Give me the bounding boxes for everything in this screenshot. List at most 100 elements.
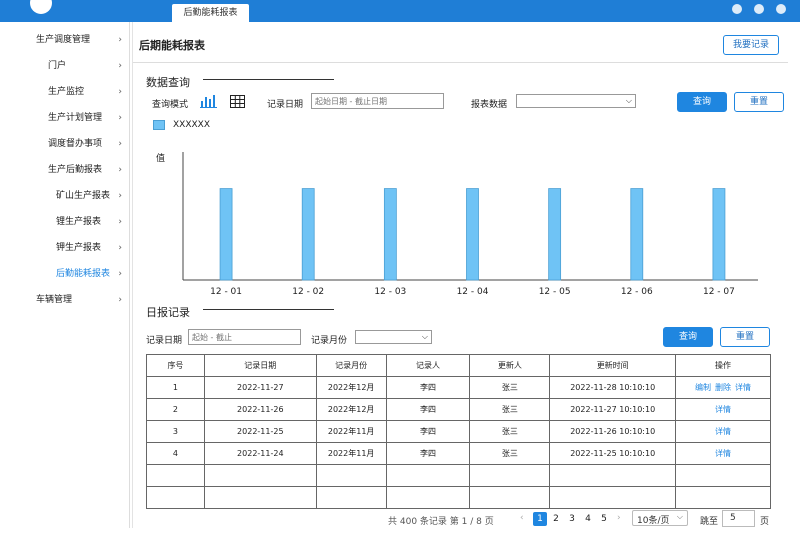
chevron-right-icon: › bbox=[118, 61, 122, 71]
sidebar-item[interactable]: 生产后勤报表 › bbox=[12, 157, 130, 183]
jump-input[interactable]: 5 bbox=[722, 510, 755, 527]
daily-search-button[interactable]: 查询 bbox=[663, 327, 713, 347]
cell-record-date: 2022-11-27 bbox=[203, 376, 317, 399]
page-number[interactable]: 4 bbox=[581, 512, 595, 526]
x-tick-label: 12 - 07 bbox=[703, 287, 735, 297]
chevron-right-icon: › bbox=[118, 269, 122, 279]
query-section-title: 数据查询 bbox=[146, 76, 190, 89]
cell-actions bbox=[675, 464, 771, 487]
pagination-summary: 共 400 条记录 第 1 / 8 页 bbox=[388, 517, 494, 527]
legend-label: XXXXXX bbox=[173, 120, 210, 130]
records-table: 序号 记录日期 记录月份 记录人 更新人 更新时间 操作 1 2022-11-27 2022年12… bbox=[146, 354, 771, 509]
window-control-icon[interactable] bbox=[732, 4, 742, 14]
header-divider bbox=[133, 62, 788, 63]
cell-recorder bbox=[385, 464, 471, 487]
sidebar-item[interactable]: 钾生产报表 › bbox=[12, 235, 130, 261]
cell-recorder: 李四 bbox=[385, 376, 471, 399]
sidebar-item[interactable]: 门户 › bbox=[12, 53, 130, 79]
page-size-value: 10条/页 bbox=[637, 516, 670, 526]
cell-index: 4 bbox=[146, 442, 205, 465]
chevron-down-icon: ⌵ bbox=[421, 332, 428, 341]
cell-index: 3 bbox=[146, 420, 205, 443]
chevron-right-icon: › bbox=[118, 87, 122, 97]
chevron-right-icon: › bbox=[118, 217, 122, 227]
cell-update-time bbox=[549, 464, 677, 487]
row-action-link[interactable]: 删除 bbox=[715, 383, 731, 392]
cell-updater bbox=[469, 464, 551, 487]
cell-index: 2 bbox=[146, 398, 205, 421]
row-action-link[interactable]: 详情 bbox=[715, 449, 731, 458]
cell-updater: 张三 bbox=[469, 376, 551, 399]
page-number[interactable]: 3 bbox=[565, 512, 579, 526]
chevron-right-icon: › bbox=[118, 139, 122, 149]
table-header-row: 序号 记录日期 记录月份 记录人 更新人 更新时间 操作 bbox=[146, 354, 771, 377]
record-month-select[interactable]: ⌵ bbox=[355, 330, 432, 344]
window-control-icon[interactable] bbox=[754, 4, 764, 14]
query-search-button[interactable]: 查询 bbox=[677, 92, 727, 112]
cell-record-month: 2022年11月 bbox=[315, 420, 387, 443]
x-tick-label: 12 - 03 bbox=[374, 287, 406, 297]
chevron-right-icon: › bbox=[118, 35, 122, 45]
main-content: 后期能耗报表 我要记录 数据查询 查询模式 记录日期 报表数据 ⌵ 查询 重置 bbox=[133, 22, 788, 528]
chevron-down-icon: ⌵ bbox=[625, 96, 632, 105]
sidebar-item[interactable]: 矿山生产报表 › bbox=[12, 183, 130, 209]
sidebar-item[interactable]: 生产监控 › bbox=[12, 79, 130, 105]
column-header: 更新人 bbox=[469, 354, 551, 377]
page-number[interactable]: 5 bbox=[597, 512, 611, 526]
page-size-select[interactable]: 10条/页 ⌵ bbox=[632, 510, 688, 526]
sidebar-item-label: 生产计划管理 bbox=[48, 113, 103, 123]
report-data-select[interactable]: ⌵ bbox=[516, 94, 636, 108]
date-range-input[interactable] bbox=[311, 93, 444, 109]
query-mode-label: 查询模式 bbox=[152, 100, 189, 110]
chevron-right-icon: › bbox=[118, 243, 122, 253]
page-number[interactable]: 2 bbox=[549, 512, 563, 526]
sidebar-item[interactable]: 生产计划管理 › bbox=[12, 105, 130, 131]
cell-recorder: 李四 bbox=[385, 398, 471, 421]
cell-record-month bbox=[315, 464, 387, 487]
prev-page-icon[interactable]: ‹ bbox=[520, 513, 524, 523]
cell-record-month: 2022年11月 bbox=[315, 442, 387, 465]
daily-reset-button[interactable]: 重置 bbox=[720, 327, 770, 347]
cell-record-month: 2022年12月 bbox=[315, 398, 387, 421]
sidebar-item[interactable]: 锂生产报表 › bbox=[12, 209, 130, 235]
tab-active[interactable]: 后勤能耗报表 bbox=[172, 4, 249, 22]
row-action-link[interactable]: 详情 bbox=[715, 405, 731, 414]
next-page-icon[interactable]: › bbox=[617, 513, 621, 523]
y-axis-label: 值 bbox=[156, 152, 165, 164]
cell-record-month bbox=[315, 486, 387, 509]
report-data-label: 报表数据 bbox=[471, 100, 508, 110]
chevron-down-icon: ⌵ bbox=[676, 512, 683, 521]
cell-record-date: 2022-11-26 bbox=[203, 398, 317, 421]
cell-update-time: 2022-11-28 10:10:10 bbox=[549, 376, 677, 399]
sidebar-item-label: 调度督办事项 bbox=[48, 139, 103, 149]
sidebar-item[interactable]: 生产调度管理 › bbox=[12, 27, 130, 53]
cell-update-time: 2022-11-26 10:10:10 bbox=[549, 420, 677, 443]
bar-chart-icon[interactable] bbox=[200, 94, 218, 108]
daily-section-title: 日报记录 bbox=[146, 306, 190, 319]
record-date-label: 记录日期 bbox=[267, 100, 304, 110]
cell-update-time: 2022-11-25 10:10:10 bbox=[549, 442, 677, 465]
page-title: 后期能耗报表 bbox=[139, 39, 205, 52]
page-number[interactable]: 1 bbox=[533, 512, 547, 526]
row-action-link[interactable]: 详情 bbox=[715, 427, 731, 436]
query-reset-button[interactable]: 重置 bbox=[734, 92, 784, 112]
sidebar-item[interactable]: 后勤能耗报表 › bbox=[12, 261, 130, 287]
cell-updater: 张三 bbox=[469, 398, 551, 421]
my-record-button[interactable]: 我要记录 bbox=[723, 35, 779, 55]
sidebar-item[interactable]: 调度督办事项 › bbox=[12, 131, 130, 157]
jump-label: 跳至 bbox=[700, 517, 719, 527]
window-control-icon[interactable] bbox=[776, 4, 786, 14]
daily-date-input[interactable] bbox=[188, 329, 301, 345]
column-header: 记录月份 bbox=[315, 354, 387, 377]
sidebar-item[interactable]: 车辆管理 › bbox=[12, 287, 130, 313]
chart-bar bbox=[219, 188, 233, 281]
cell-recorder bbox=[385, 486, 471, 509]
sidebar-item-label: 生产监控 bbox=[48, 87, 85, 97]
row-action-link[interactable]: 详情 bbox=[735, 383, 751, 392]
chevron-right-icon: › bbox=[118, 165, 122, 175]
column-header: 更新时间 bbox=[549, 354, 677, 377]
row-action-link[interactable]: 编制 bbox=[695, 383, 711, 392]
table-grid-icon[interactable] bbox=[230, 95, 245, 108]
app-body: 生产调度管理 › 门户 › 生产监控 › 生产计划管理 › 调度督办事项 › 生产后勤报表 › 矿山生产… bbox=[12, 22, 788, 528]
cell-actions: 编制 删除 详情 bbox=[675, 376, 771, 399]
